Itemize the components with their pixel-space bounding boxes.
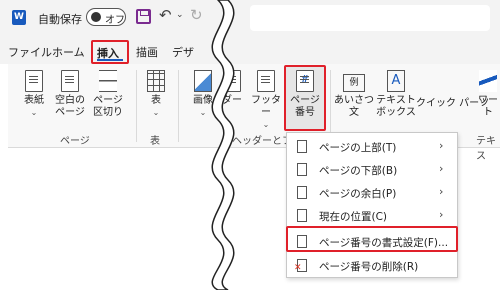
page-bottom-icon: [297, 163, 307, 176]
page-number-menu: ページの上部(T) › ページの下部(B) › ページの余白(P) › 現在の位…: [286, 132, 458, 278]
chevron-right-icon: ›: [439, 162, 444, 175]
menu-item-remove-page-numbers[interactable]: ✕ ページ番号の削除(R): [287, 255, 457, 277]
page-margin-icon: [297, 186, 307, 199]
menu-item-top-of-page[interactable]: ページの上部(T) ›: [287, 136, 457, 158]
menu-item-label: ページの下部(B): [319, 165, 398, 177]
current-position-icon: [297, 209, 307, 222]
menu-item-bottom-of-page[interactable]: ページの下部(B) ›: [287, 159, 457, 181]
chevron-right-icon: ›: [439, 139, 444, 152]
wavy-divider-shape: [211, 0, 235, 290]
menu-item-label: ページの上部(T): [319, 142, 397, 154]
format-page-numbers-highlight: [286, 226, 458, 252]
menu-item-label: ページの余白(P): [319, 188, 397, 200]
menu-item-page-margins[interactable]: ページの余白(P) ›: [287, 182, 457, 204]
menu-item-current-position[interactable]: 現在の位置(C) ›: [287, 205, 457, 227]
delete-x-icon: ✕: [294, 263, 302, 273]
chevron-right-icon: ›: [439, 208, 444, 221]
menu-item-label: 現在の位置(C): [319, 211, 388, 223]
menu-item-label: ページ番号の削除(R): [319, 261, 419, 273]
chevron-right-icon: ›: [439, 185, 444, 198]
page-top-icon: [297, 140, 307, 153]
